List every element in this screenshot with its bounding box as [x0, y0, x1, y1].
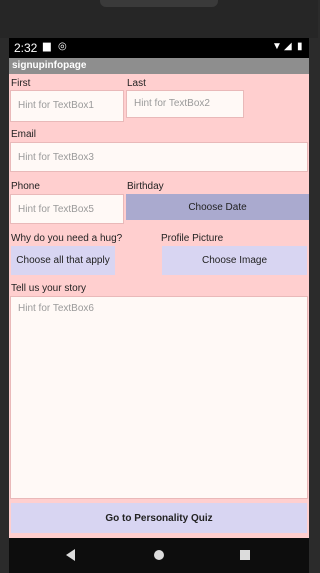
choose-all-button[interactable]: Choose all that apply: [11, 246, 115, 275]
device-notch: [100, 0, 218, 7]
personality-quiz-button[interactable]: Go to Personality Quiz: [11, 503, 307, 533]
choose-image-button[interactable]: Choose Image: [162, 246, 307, 275]
navigation-bar: [9, 538, 309, 573]
phone-placeholder: Hint for TextBox5: [18, 204, 94, 215]
app-screen: 2:32 ▆ ◎ ▼ ◢ ▮ signupinfopage First Hint…: [9, 38, 309, 538]
app-title: signupinfopage: [12, 60, 87, 71]
back-icon[interactable]: [66, 549, 75, 561]
recent-apps-icon[interactable]: [240, 550, 250, 560]
last-name-input[interactable]: Hint for TextBox2: [126, 90, 244, 118]
home-icon[interactable]: [154, 550, 164, 560]
hug-reason-label: Why do you need a hug?: [11, 233, 123, 244]
sd-card-icon: ▆: [43, 41, 51, 52]
email-label: Email: [11, 129, 37, 140]
signal-icon: ◢: [284, 41, 292, 52]
choose-date-button[interactable]: Choose Date: [126, 194, 309, 220]
phone-input[interactable]: Hint for TextBox5: [10, 194, 124, 224]
first-name-placeholder: Hint for TextBox1: [18, 100, 94, 111]
device-bezel-top: [0, 0, 318, 38]
story-placeholder: Hint for TextBox6: [18, 303, 94, 314]
title-bar: signupinfopage: [9, 58, 309, 74]
first-name-input[interactable]: Hint for TextBox1: [10, 90, 124, 122]
profile-picture-label: Profile Picture: [161, 233, 224, 244]
sync-icon: ◎: [58, 41, 67, 52]
status-bar: 2:32 ▆ ◎ ▼ ◢ ▮: [9, 38, 309, 58]
battery-icon: ▮: [297, 41, 303, 52]
email-input[interactable]: Hint for TextBox3: [10, 142, 308, 172]
status-time: 2:32: [14, 41, 38, 55]
birthday-label: Birthday: [127, 181, 164, 192]
email-placeholder: Hint for TextBox3: [18, 152, 94, 163]
last-name-placeholder: Hint for TextBox2: [134, 98, 210, 109]
wifi-icon: ▼: [272, 41, 282, 52]
story-input[interactable]: Hint for TextBox6: [10, 296, 308, 499]
first-label: First: [11, 78, 31, 89]
phone-label: Phone: [11, 181, 40, 192]
story-label: Tell us your story: [11, 283, 87, 294]
last-label: Last: [127, 78, 146, 89]
